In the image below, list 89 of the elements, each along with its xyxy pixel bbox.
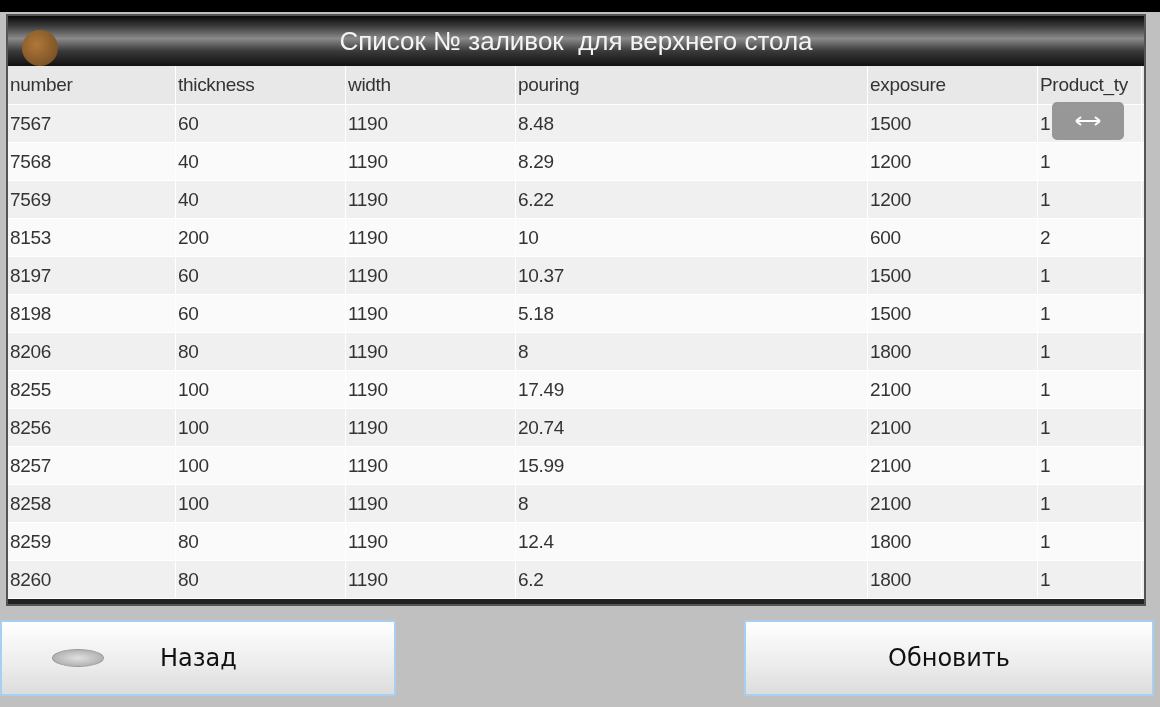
table-cell: 1500 (868, 257, 1038, 294)
table-cell: 200 (176, 219, 346, 256)
table-cell: 6.2 (516, 561, 868, 598)
table-cell: 1 (1038, 143, 1142, 180)
table-cell: 10 (516, 219, 868, 256)
table-cell: 1800 (868, 523, 1038, 560)
table-cell: 80 (176, 333, 346, 370)
table-cell: 1500 (868, 295, 1038, 332)
table-cell: 6.22 (516, 181, 868, 218)
table-cell: 8.29 (516, 143, 868, 180)
table-cell: 1200 (868, 143, 1038, 180)
indicator-icon (52, 649, 104, 667)
table-cell: 600 (868, 219, 1038, 256)
table-cell: 1190 (346, 561, 516, 598)
table-cell: 100 (176, 447, 346, 484)
table-cell: 100 (176, 485, 346, 522)
table-cell: 8197 (8, 257, 176, 294)
table-cell: 8.48 (516, 105, 868, 142)
table-cell: 1190 (346, 523, 516, 560)
table-cell: 100 (176, 371, 346, 408)
table-cell: 8 (516, 333, 868, 370)
table-cell: 17.49 (516, 371, 868, 408)
table-cell: 8 (516, 485, 868, 522)
back-button[interactable]: Назад (0, 620, 396, 696)
table-cell: 20.74 (516, 409, 868, 446)
table-cell: 100 (176, 409, 346, 446)
table-cell: 1190 (346, 105, 516, 142)
table-cell: 1190 (346, 409, 516, 446)
table-cell: 8206 (8, 333, 176, 370)
column-header: pouring (516, 66, 868, 104)
table-cell: 7569 (8, 181, 176, 218)
table-cell: 8260 (8, 561, 176, 598)
table-cell: 5.18 (516, 295, 868, 332)
table-cell: 1190 (346, 447, 516, 484)
table-cell: 1 (1038, 561, 1142, 598)
table-cell: 2100 (868, 409, 1038, 446)
table-cell: 60 (176, 257, 346, 294)
table-cell: 8198 (8, 295, 176, 332)
table-cell: 1 (1038, 181, 1142, 218)
table-cell: 15.99 (516, 447, 868, 484)
refresh-button[interactable]: Обновить (744, 620, 1154, 696)
table-cell: 1190 (346, 333, 516, 370)
column-header: width (346, 66, 516, 104)
table-cell: 10.37 (516, 257, 868, 294)
table-cell: 1800 (868, 561, 1038, 598)
table-cell: 8255 (8, 371, 176, 408)
table-cell: 1 (1038, 257, 1142, 294)
table-cell: 1 (1038, 447, 1142, 484)
table-cell: 1 (1038, 409, 1142, 446)
table-cell: 1200 (868, 181, 1038, 218)
table-cell: 8256 (8, 409, 176, 446)
table-cell: 1 (1038, 485, 1142, 522)
table-cell: 60 (176, 295, 346, 332)
table-cell: 7568 (8, 143, 176, 180)
table-cell: 2100 (868, 447, 1038, 484)
table-cell: 2100 (868, 485, 1038, 522)
double-arrow-icon (1075, 116, 1101, 126)
table-cell: 1190 (346, 143, 516, 180)
table-cell: 1800 (868, 333, 1038, 370)
table-cell: 1190 (346, 485, 516, 522)
column-resize-handle[interactable] (1052, 102, 1124, 140)
table-cell: 8259 (8, 523, 176, 560)
column-header: number (8, 66, 176, 104)
table-cell: 60 (176, 105, 346, 142)
table-cell: 1190 (346, 219, 516, 256)
table-cell: 1190 (346, 257, 516, 294)
table-cell: 7567 (8, 105, 176, 142)
table-cell: 1 (1038, 523, 1142, 560)
table-cell: 1 (1038, 295, 1142, 332)
table-cell: 8257 (8, 447, 176, 484)
table-cell: 80 (176, 561, 346, 598)
table-cell: 12.4 (516, 523, 868, 560)
table-cell: 1 (1038, 333, 1142, 370)
table-cell: 1500 (868, 105, 1038, 142)
table-cell: 1190 (346, 371, 516, 408)
table-cell: 40 (176, 181, 346, 218)
table-cell: 40 (176, 143, 346, 180)
window-title: Список № заливок для верхнего стола (339, 25, 813, 57)
table-cell: 2 (1038, 219, 1142, 256)
table-cell: 1190 (346, 181, 516, 218)
table-cell: 80 (176, 523, 346, 560)
table-cell: 8258 (8, 485, 176, 522)
table-cell: 8153 (8, 219, 176, 256)
table-cell: 2100 (868, 371, 1038, 408)
column-header: exposure (868, 66, 1038, 104)
column-header: thickness (176, 66, 346, 104)
table-cell: 1 (1038, 371, 1142, 408)
table-cell: 1190 (346, 295, 516, 332)
orb-icon (22, 30, 58, 66)
